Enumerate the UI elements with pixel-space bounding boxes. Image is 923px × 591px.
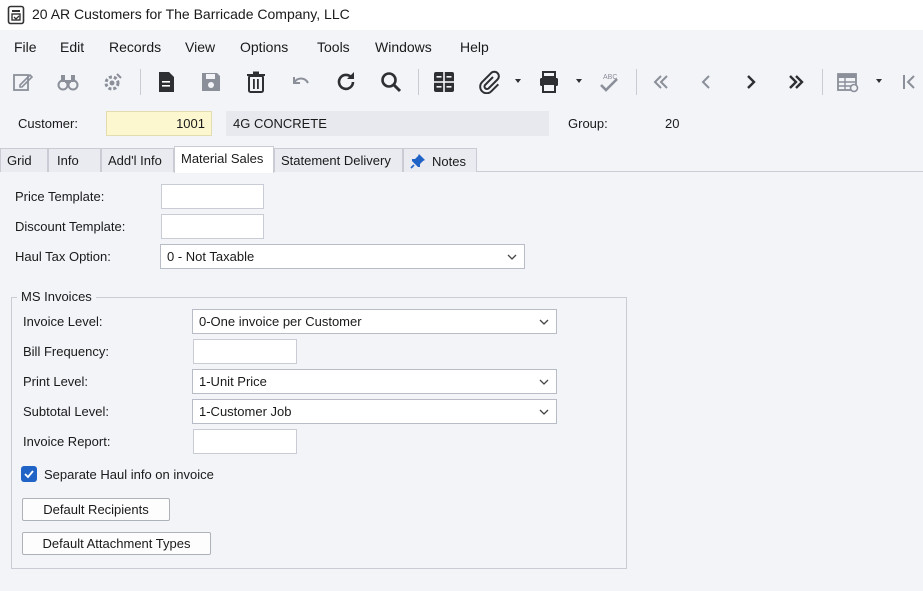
- group-label: Group:: [568, 116, 608, 131]
- chevron-down-icon[interactable]: [875, 77, 883, 85]
- haul-tax-option-value: 0 - Not Taxable: [167, 249, 255, 264]
- price-template-label: Price Template:: [15, 189, 105, 204]
- menu-tools[interactable]: Tools: [317, 39, 350, 55]
- grid-icon[interactable]: [429, 67, 459, 97]
- menu-edit[interactable]: Edit: [60, 39, 84, 55]
- toolbar-separator: [636, 69, 637, 95]
- tab-grid[interactable]: Grid: [0, 148, 48, 172]
- delete-icon[interactable]: [241, 67, 271, 97]
- customer-name-field: 4G CONCRETE: [226, 111, 549, 136]
- grid-settings-icon[interactable]: [833, 67, 863, 97]
- menu-help[interactable]: Help: [460, 39, 489, 55]
- edit-icon[interactable]: [8, 67, 38, 97]
- window-title: 20 AR Customers for The Barricade Compan…: [32, 6, 350, 22]
- tab-notes[interactable]: Notes: [403, 148, 477, 172]
- invoice-report-label: Invoice Report:: [23, 434, 111, 449]
- discount-template-field[interactable]: [161, 214, 264, 239]
- print-level-value: 1-Unit Price: [199, 374, 267, 389]
- invoice-level-label: Invoice Level:: [23, 314, 103, 329]
- settings-gear-icon[interactable]: [98, 67, 128, 97]
- chevron-down-icon: [539, 319, 549, 325]
- search-icon[interactable]: [376, 67, 406, 97]
- bill-frequency-label: Bill Frequency:: [23, 344, 109, 359]
- attachment-icon[interactable]: [474, 67, 504, 97]
- undo-icon[interactable]: [286, 67, 316, 97]
- haul-tax-option-label: Haul Tax Option:: [15, 249, 111, 264]
- menu-file[interactable]: File: [14, 39, 37, 55]
- subtotal-level-select[interactable]: 1-Customer Job: [192, 399, 557, 424]
- bill-frequency-field[interactable]: [193, 339, 297, 364]
- menu-options[interactable]: Options: [240, 39, 288, 55]
- customer-number-field[interactable]: 1001: [106, 111, 212, 136]
- haul-tax-option-select[interactable]: 0 - Not Taxable: [160, 244, 525, 269]
- group-value: 20: [665, 116, 680, 131]
- default-attachment-types-button[interactable]: Default Attachment Types: [22, 532, 211, 555]
- separate-haul-checkbox[interactable]: [21, 466, 37, 482]
- customer-header: Customer: 1001 4G CONCRETE Group: 20: [0, 106, 923, 140]
- last-record-icon[interactable]: [781, 67, 811, 97]
- collapse-left-icon[interactable]: [893, 67, 923, 97]
- save-icon[interactable]: [196, 67, 226, 97]
- subtotal-level-label: Subtotal Level:: [23, 404, 110, 419]
- subtotal-level-value: 1-Customer Job: [199, 404, 292, 419]
- new-document-icon[interactable]: [151, 67, 181, 97]
- tab-info-label: Info: [57, 153, 79, 168]
- ms-invoices-title: MS Invoices: [17, 289, 96, 304]
- chevron-down-icon[interactable]: [514, 77, 522, 85]
- chevron-down-icon: [539, 409, 549, 415]
- chevron-down-icon: [539, 379, 549, 385]
- binoculars-icon[interactable]: [53, 67, 83, 97]
- tab-strip: Grid Info Add'l Info Material Sales Stat…: [0, 146, 923, 173]
- customer-label: Customer:: [18, 116, 78, 131]
- form-icon: [7, 5, 25, 25]
- menu-view[interactable]: View: [185, 39, 215, 55]
- toolbar-separator: [140, 69, 141, 95]
- refresh-icon[interactable]: [331, 67, 361, 97]
- first-record-icon[interactable]: [646, 67, 676, 97]
- toolbar: ABC: [0, 63, 923, 101]
- tab-notes-label: Notes: [432, 154, 466, 169]
- menu-records[interactable]: Records: [109, 39, 161, 55]
- title-bar: 20 AR Customers for The Barricade Compan…: [0, 0, 923, 30]
- print-level-select[interactable]: 1-Unit Price: [192, 369, 557, 394]
- print-level-label: Print Level:: [23, 374, 89, 389]
- ms-invoices-group: [11, 297, 627, 569]
- tab-material-sales[interactable]: Material Sales: [174, 146, 274, 173]
- pushpin-icon: [410, 154, 425, 169]
- discount-template-label: Discount Template:: [15, 219, 126, 234]
- menu-windows[interactable]: Windows: [375, 39, 432, 55]
- previous-record-icon[interactable]: [691, 67, 721, 97]
- separate-haul-label[interactable]: Separate Haul info on invoice: [44, 467, 214, 482]
- chevron-down-icon: [507, 254, 517, 260]
- checkmark-icon: [24, 470, 34, 479]
- invoice-report-field[interactable]: [193, 429, 297, 454]
- toolbar-separator: [822, 69, 823, 95]
- print-icon[interactable]: [534, 67, 564, 97]
- tab-addl-info[interactable]: Add'l Info: [101, 148, 174, 172]
- next-record-icon[interactable]: [736, 67, 766, 97]
- invoice-level-select[interactable]: 0-One invoice per Customer: [192, 309, 557, 334]
- price-template-field[interactable]: [161, 184, 264, 209]
- menu-bar: File Edit Records View Options Tools Win…: [0, 34, 923, 62]
- tab-statement-delivery[interactable]: Statement Delivery: [274, 148, 403, 172]
- tab-info[interactable]: Info: [48, 148, 101, 172]
- toolbar-separator: [418, 69, 419, 95]
- spellcheck-icon[interactable]: ABC: [594, 67, 624, 97]
- default-recipients-button[interactable]: Default Recipients: [22, 498, 170, 521]
- invoice-level-value: 0-One invoice per Customer: [199, 314, 362, 329]
- chevron-down-icon[interactable]: [575, 77, 583, 85]
